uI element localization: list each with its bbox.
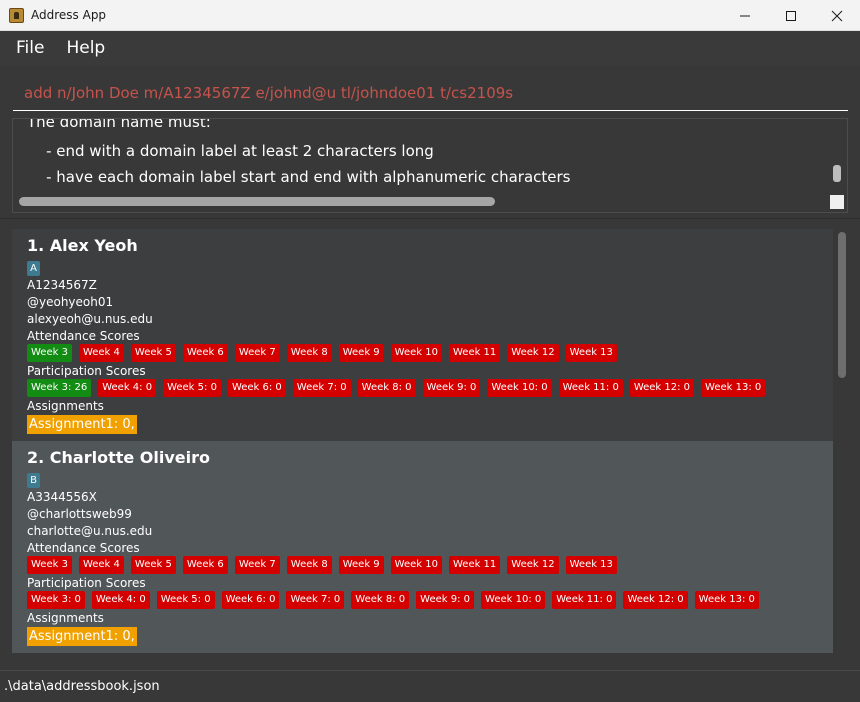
attendance-chip: Week 11 bbox=[448, 556, 501, 574]
attendance-chips: Week 3 Week 4 Week 5 Week 6 Week 7 Week … bbox=[27, 556, 624, 574]
participation-label: Participation Scores bbox=[27, 364, 146, 378]
participation-chip: Week 13: 0 bbox=[694, 591, 759, 609]
attendance-chip: Week 6 bbox=[182, 344, 228, 362]
assignments-label: Assignments bbox=[27, 399, 104, 413]
attendance-chip: Week 13 bbox=[565, 344, 617, 362]
attendance-chip: Week 12 bbox=[507, 344, 559, 362]
participation-chip: Week 10: 0 bbox=[481, 591, 546, 609]
maximize-icon bbox=[786, 10, 796, 21]
result-display: The domain name must: - end with a domai… bbox=[12, 118, 848, 213]
attendance-chip: Week 8 bbox=[286, 556, 332, 574]
attendance-chip: Week 11 bbox=[448, 344, 501, 362]
group-tag: B bbox=[27, 473, 40, 488]
command-input[interactable] bbox=[13, 75, 848, 111]
status-bar: .\data\addressbook.json bbox=[0, 670, 860, 702]
participation-chip: Week 12: 0 bbox=[629, 379, 695, 397]
result-line: The domain name must: bbox=[27, 118, 211, 131]
attendance-chip: Week 10 bbox=[390, 344, 442, 362]
participation-chips: Week 3: 0 Week 4: 0 Week 5: 0 Week 6: 0 … bbox=[27, 591, 766, 609]
attendance-chip: Week 9 bbox=[338, 556, 384, 574]
person-list: 1. Alex Yeoh A A1234567Z @yeohyeoh01 ale… bbox=[12, 229, 848, 657]
telegram-handle: @yeohyeoh01 bbox=[27, 295, 114, 309]
participation-chip: Week 3: 0 bbox=[27, 591, 85, 609]
participation-chip: Week 5: 0 bbox=[163, 379, 221, 397]
participation-chip: Week 11: 0 bbox=[552, 591, 617, 609]
menu-help[interactable]: Help bbox=[66, 38, 105, 58]
assignment-score: Assignment1: 0, bbox=[27, 627, 137, 646]
close-icon bbox=[831, 10, 843, 21]
participation-chip: Week 8: 0 bbox=[357, 379, 416, 397]
attendance-chip: Week 3 bbox=[27, 344, 72, 362]
window-title-bar[interactable]: Address App bbox=[0, 0, 860, 31]
matric-number: A3344556X bbox=[27, 490, 97, 504]
minimize-icon bbox=[740, 15, 750, 16]
save-location: .\data\addressbook.json bbox=[4, 679, 160, 694]
email: charlotte@u.nus.edu bbox=[27, 524, 153, 538]
attendance-chip: Week 8 bbox=[286, 344, 332, 362]
participation-chip: Week 9: 0 bbox=[416, 591, 475, 609]
attendance-chip: Week 5 bbox=[130, 344, 176, 362]
group-tag: A bbox=[27, 261, 40, 276]
window-controls bbox=[722, 0, 860, 31]
participation-chip: Week 8: 0 bbox=[351, 591, 410, 609]
participation-chip: Week 12: 0 bbox=[623, 591, 688, 609]
participation-chip: Week 9: 0 bbox=[422, 379, 481, 397]
matric-number: A1234567Z bbox=[27, 278, 97, 292]
assignment-score: Assignment1: 0, bbox=[27, 415, 137, 434]
participation-chip: Week 4: 0 bbox=[98, 379, 157, 397]
attendance-chip: Week 4 bbox=[78, 556, 124, 574]
participation-chip: Week 4: 0 bbox=[91, 591, 150, 609]
maximize-button[interactable] bbox=[768, 0, 814, 31]
attendance-chip: Week 4 bbox=[78, 344, 124, 362]
participation-chip: Week 5: 0 bbox=[156, 591, 215, 609]
attendance-chip: Week 10 bbox=[390, 556, 442, 574]
attendance-label: Attendance Scores bbox=[27, 329, 140, 343]
minimize-button[interactable] bbox=[722, 0, 768, 31]
app-icon bbox=[9, 7, 24, 23]
result-vertical-scrollbar[interactable] bbox=[833, 165, 841, 182]
participation-chip: Week 10: 0 bbox=[487, 379, 552, 397]
scroll-corner bbox=[830, 195, 844, 209]
email: alexyeoh@u.nus.edu bbox=[27, 312, 153, 326]
participation-chip: Week 6: 0 bbox=[227, 379, 286, 397]
attendance-chip: Week 13 bbox=[565, 556, 617, 574]
window-title: Address App bbox=[31, 8, 107, 22]
participation-chip: Week 3: 26 bbox=[27, 379, 92, 397]
person-list-area: 1. Alex Yeoh A A1234567Z @yeohyeoh01 ale… bbox=[0, 218, 860, 670]
attendance-chip: Week 12 bbox=[507, 556, 559, 574]
participation-chip: Week 7: 0 bbox=[292, 379, 351, 397]
assignments-label: Assignments bbox=[27, 611, 104, 625]
telegram-handle: @charlottsweb99 bbox=[27, 507, 132, 521]
participation-chip: Week 6: 0 bbox=[221, 591, 280, 609]
attendance-chip: Week 3 bbox=[27, 556, 72, 574]
result-horizontal-scrollbar[interactable] bbox=[19, 197, 495, 206]
result-line: - end with a domain label at least 2 cha… bbox=[27, 142, 434, 160]
participation-chips: Week 3: 26 Week 4: 0 Week 5: 0 Week 6: 0… bbox=[27, 379, 772, 397]
close-button[interactable] bbox=[814, 0, 860, 31]
attendance-chips: Week 3 Week 4 Week 5 Week 6 Week 7 Week … bbox=[27, 344, 624, 362]
command-box bbox=[0, 65, 860, 118]
person-card[interactable]: 1. Alex Yeoh A A1234567Z @yeohyeoh01 ale… bbox=[12, 229, 833, 441]
person-list-scrollbar[interactable] bbox=[838, 232, 846, 378]
attendance-chip: Week 6 bbox=[182, 556, 228, 574]
participation-chip: Week 13: 0 bbox=[701, 379, 766, 397]
menu-file[interactable]: File bbox=[16, 38, 44, 58]
person-card[interactable]: 2. Charlotte Oliveiro B A3344556X @charl… bbox=[12, 441, 833, 653]
participation-chip: Week 7: 0 bbox=[286, 591, 345, 609]
person-name: 2. Charlotte Oliveiro bbox=[27, 448, 211, 467]
attendance-chip: Week 7 bbox=[234, 556, 280, 574]
result-line: - have each domain label start and end w… bbox=[27, 168, 571, 186]
attendance-label: Attendance Scores bbox=[27, 541, 140, 555]
menu-bar: File Help bbox=[0, 31, 860, 65]
attendance-chip: Week 9 bbox=[338, 344, 384, 362]
attendance-chip: Week 7 bbox=[234, 344, 280, 362]
participation-chip: Week 11: 0 bbox=[558, 379, 623, 397]
person-name: 1. Alex Yeoh bbox=[27, 236, 138, 255]
participation-label: Participation Scores bbox=[27, 576, 146, 590]
attendance-chip: Week 5 bbox=[130, 556, 176, 574]
